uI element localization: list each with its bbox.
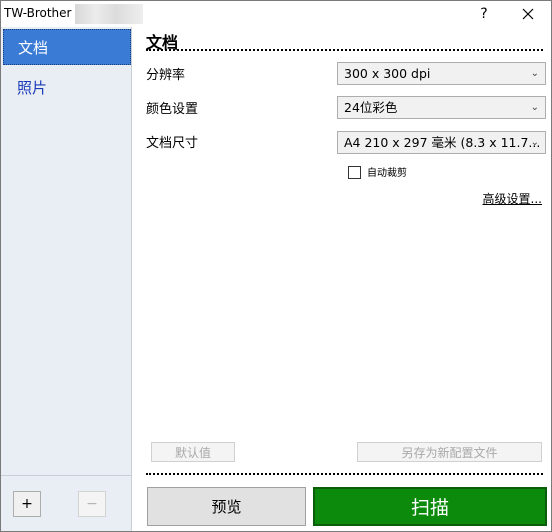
section-divider-top <box>146 49 543 51</box>
scanner-dialog: TW-Brother ? 文档 照片 + − 文档 分辨率 300 x 300 … <box>0 0 552 532</box>
redacted-title-area <box>75 4 143 24</box>
scan-button[interactable]: 扫描 <box>313 487 547 526</box>
size-select[interactable]: A4 210 x 297 毫米 (8.3 x 11.7... ⌄ <box>337 131 546 154</box>
auto-crop-checkbox[interactable] <box>348 166 361 179</box>
auto-crop-label: 自动裁剪 <box>367 168 407 179</box>
color-select[interactable]: 24位彩色 ⌄ <box>337 96 546 119</box>
resolution-value: 300 x 300 dpi <box>344 66 431 81</box>
color-label: 颜色设置 <box>146 102 199 117</box>
chevron-down-icon: ⌄ <box>530 68 539 79</box>
window-title: TW-Brother <box>4 6 72 20</box>
close-button[interactable] <box>506 1 550 27</box>
help-button[interactable]: ? <box>462 1 506 27</box>
advanced-settings-link[interactable]: 高级设置... <box>483 190 542 207</box>
size-label: 文档尺寸 <box>146 136 199 151</box>
chevron-down-icon: ⌄ <box>530 137 539 148</box>
size-value: A4 210 x 297 毫米 (8.3 x 11.7... <box>344 135 541 150</box>
resolution-select[interactable]: 300 x 300 dpi ⌄ <box>337 62 546 85</box>
sidebar-item-document[interactable]: 文档 <box>3 29 131 65</box>
save-profile-button[interactable]: 另存为新配置文件 <box>357 442 542 462</box>
resolution-label: 分辨率 <box>146 68 186 83</box>
add-profile-button[interactable]: + <box>13 491 41 517</box>
sidebar-item-photo[interactable]: 照片 <box>3 69 131 105</box>
default-button[interactable]: 默认值 <box>151 442 235 462</box>
remove-profile-button[interactable]: − <box>78 491 106 517</box>
chevron-down-icon: ⌄ <box>530 102 539 113</box>
title-bar: TW-Brother ? <box>1 1 551 27</box>
preview-button[interactable]: 预览 <box>147 487 306 526</box>
close-icon <box>522 8 534 20</box>
color-value: 24位彩色 <box>344 100 398 115</box>
sidebar-divider <box>1 475 131 476</box>
sidebar: 文档 照片 + − <box>1 27 132 531</box>
main-panel: 文档 分辨率 300 x 300 dpi ⌄ 颜色设置 24位彩色 ⌄ 文档尺寸… <box>132 27 551 531</box>
section-divider-bottom <box>146 473 543 475</box>
